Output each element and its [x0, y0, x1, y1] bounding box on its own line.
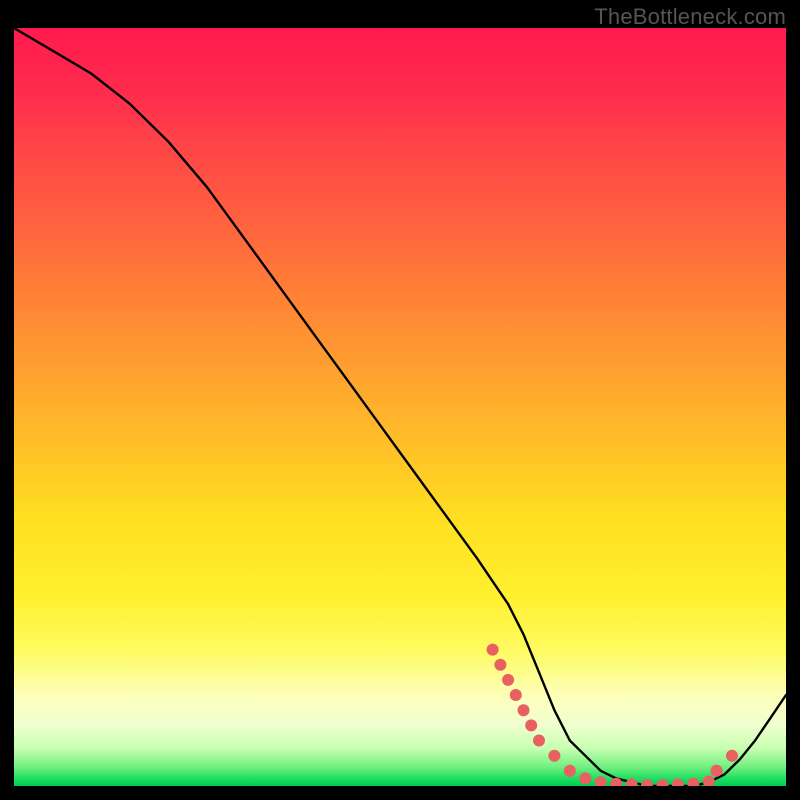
highlight-dot [502, 674, 514, 686]
highlight-dot [510, 689, 522, 701]
highlight-dot [657, 779, 669, 786]
highlight-dot [579, 772, 591, 784]
highlight-dot [548, 750, 560, 762]
watermark-text: TheBottleneck.com [594, 4, 786, 30]
highlight-dot [711, 765, 723, 777]
overlay-svg [14, 28, 786, 786]
highlight-dot [533, 735, 545, 747]
gradient-plot-area [14, 28, 786, 786]
highlight-dot [626, 779, 638, 787]
highlight-dot [641, 779, 653, 786]
highlight-dot [687, 778, 699, 786]
highlight-dot [726, 750, 738, 762]
highlight-dot [564, 765, 576, 777]
highlight-dot [525, 719, 537, 731]
highlight-dots-group [487, 644, 738, 786]
highlight-dot [672, 779, 684, 787]
highlight-dot [703, 776, 715, 787]
highlight-dot [595, 776, 607, 786]
highlight-dot [487, 644, 499, 656]
highlight-dot [518, 704, 530, 716]
highlight-dot [494, 659, 506, 671]
chart-container: TheBottleneck.com [0, 0, 800, 800]
bottleneck-curve [14, 28, 786, 786]
